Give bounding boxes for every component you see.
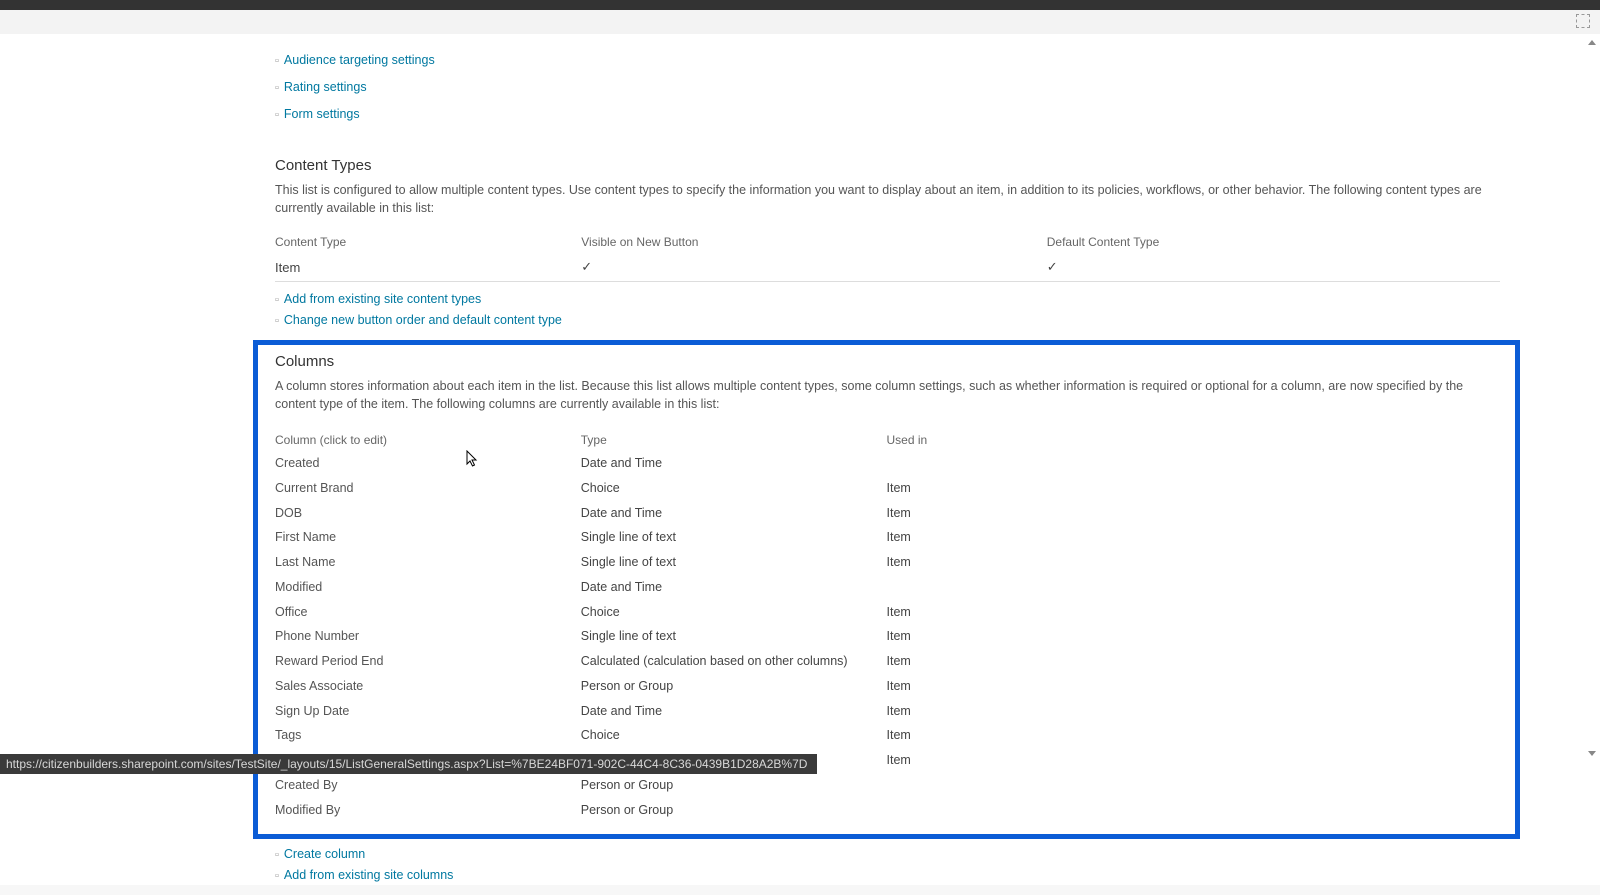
column-used-in [887,798,1499,823]
browser-status-bar: https://citizenbuilders.sharepoint.com/s… [0,754,817,774]
column-row: First NameSingle line of textItem [275,525,1498,550]
focus-mode-icon[interactable] [1576,14,1590,28]
column-type: Person or Group [581,674,887,699]
column-action-links: Create column Add from existing site col… [275,843,1500,885]
column-name-link[interactable]: Created By [275,773,581,798]
ct-header-name: Content Type [275,231,581,253]
column-type: Choice [581,723,887,748]
column-row: Last NameSingle line of textItem [275,550,1498,575]
column-type: Choice [581,600,887,625]
link-add-site-content-types[interactable]: Add from existing site content types [284,292,481,306]
column-type: Calculated (calculation based on other c… [581,649,887,674]
column-name-link[interactable]: Modified [275,575,581,600]
column-type: Date and Time [581,575,887,600]
link-audience-targeting[interactable]: Audience targeting settings [284,53,435,67]
content-types-heading: Content Types [275,157,1500,174]
column-used-in: Item [887,723,1499,748]
column-name-link[interactable]: Last Name [275,550,581,575]
column-used-in: Item [887,600,1499,625]
browser-top-bar [0,0,1600,10]
link-rating-settings[interactable]: Rating settings [284,80,367,94]
column-row: OfficeChoiceItem [275,600,1498,625]
column-type: Person or Group [581,773,887,798]
column-row: Reward Period EndCalculated (calculation… [275,649,1498,674]
column-name-link[interactable]: Current Brand [275,476,581,501]
ct-header-visible: Visible on New Button [581,231,1047,253]
content-types-table: Content Type Visible on New Button Defau… [275,231,1500,282]
content-type-name[interactable]: Item [275,253,581,282]
column-used-in: Item [887,674,1499,699]
column-used-in [887,451,1499,476]
scroll-down-icon[interactable] [1588,751,1596,756]
column-type: Single line of text [581,525,887,550]
column-used-in [887,773,1499,798]
column-type: Single line of text [581,624,887,649]
column-name-link[interactable]: DOB [275,501,581,526]
column-type: Date and Time [581,699,887,724]
column-used-in: Item [887,550,1499,575]
column-used-in [887,575,1499,600]
column-used-in: Item [887,699,1499,724]
link-add-existing-columns[interactable]: Add from existing site columns [284,868,454,882]
column-row: Sign Up DateDate and TimeItem [275,699,1498,724]
column-name-link[interactable]: Office [275,600,581,625]
scrollbar[interactable] [1586,40,1598,756]
column-name-link[interactable]: First Name [275,525,581,550]
column-used-in: Item [887,476,1499,501]
link-create-column[interactable]: Create column [284,847,365,861]
col-header-used: Used in [887,427,1499,451]
column-name-link[interactable]: Reward Period End [275,649,581,674]
column-used-in: Item [887,649,1499,674]
column-row: Modified ByPerson or Group [275,798,1498,823]
column-type: Choice [581,476,887,501]
column-row: Current BrandChoiceItem [275,476,1498,501]
link-change-button-order[interactable]: Change new button order and default cont… [284,313,562,327]
column-type: Date and Time [581,451,887,476]
columns-description: A column stores information about each i… [275,378,1498,413]
column-used-in: Item [887,748,1499,773]
checkmark-icon: ✓ [1047,253,1500,282]
column-row: Sales AssociatePerson or GroupItem [275,674,1498,699]
checkmark-icon: ✓ [581,253,1047,282]
column-name-link[interactable]: Created [275,451,581,476]
column-type: Single line of text [581,550,887,575]
ct-header-default: Default Content Type [1047,231,1500,253]
columns-heading: Columns [275,353,1498,370]
column-used-in: Item [887,624,1499,649]
column-name-link[interactable]: Sales Associate [275,674,581,699]
column-row: TagsChoiceItem [275,723,1498,748]
column-name-link[interactable]: Modified By [275,798,581,823]
column-used-in: Item [887,525,1499,550]
col-header-type: Type [581,427,887,451]
column-name-link[interactable]: Tags [275,723,581,748]
column-row: Phone NumberSingle line of textItem [275,624,1498,649]
settings-links-top: Audience targeting settings Rating setti… [275,46,1500,127]
scroll-up-icon[interactable] [1588,40,1596,45]
column-type: Date and Time [581,501,887,526]
column-row: Created ByPerson or Group [275,773,1498,798]
content-type-row: Item ✓ ✓ [275,253,1500,282]
toolbar-strip [0,10,1600,34]
column-used-in: Item [887,501,1499,526]
column-row: DOBDate and TimeItem [275,501,1498,526]
column-name-link[interactable]: Phone Number [275,624,581,649]
column-type: Person or Group [581,798,887,823]
content-type-action-links: Add from existing site content types Cha… [275,288,1500,330]
col-header-name: Column (click to edit) [275,427,581,451]
link-form-settings[interactable]: Form settings [284,107,360,121]
column-name-link[interactable]: Sign Up Date [275,699,581,724]
column-row: CreatedDate and Time [275,451,1498,476]
content-types-description: This list is configured to allow multipl… [275,182,1500,217]
column-row: ModifiedDate and Time [275,575,1498,600]
